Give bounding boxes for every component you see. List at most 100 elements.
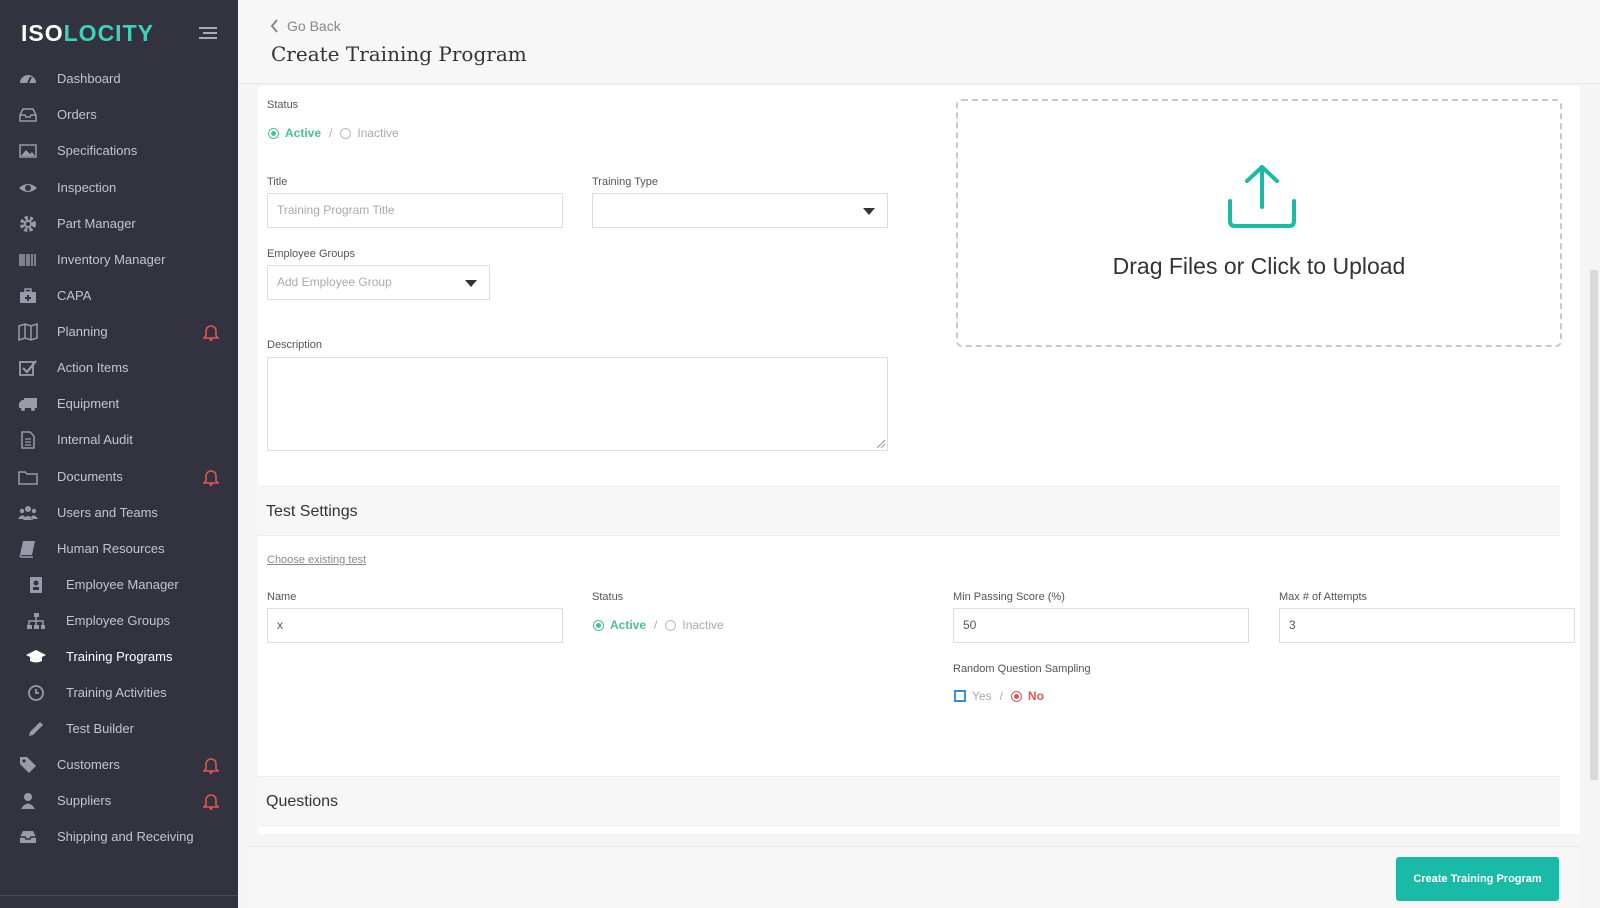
- sidebar-item-internal-audit[interactable]: Internal Audit: [0, 422, 238, 458]
- bell-alert-icon[interactable]: [203, 468, 219, 486]
- sidebar-item-training-activities[interactable]: Training Activities: [0, 675, 238, 711]
- pencil-icon: [29, 722, 43, 736]
- test-status-active-radio[interactable]: [593, 619, 604, 631]
- choose-existing-test-link[interactable]: Choose existing test: [267, 554, 366, 566]
- tag-icon: [20, 757, 36, 773]
- sidebar-item-inspection[interactable]: Inspection: [0, 170, 238, 206]
- min-score-input[interactable]: 50: [953, 608, 1249, 643]
- training-type-select[interactable]: [592, 193, 888, 228]
- test-settings-header: Test Settings: [258, 486, 1560, 536]
- folder-icon: [18, 471, 38, 485]
- bell-alert-icon[interactable]: [203, 323, 219, 341]
- questions-header: Questions: [258, 776, 1560, 826]
- status-active-radio[interactable]: [268, 127, 279, 139]
- medkit-icon: [20, 288, 36, 303]
- status-inactive-radio[interactable]: [340, 127, 352, 139]
- sidebar-item-equipment[interactable]: Equipment: [0, 386, 238, 422]
- footer-bar: Create Training Program: [248, 846, 1580, 908]
- sampling-no-label[interactable]: No: [1028, 689, 1044, 703]
- sampling-yes-label[interactable]: Yes: [972, 689, 992, 703]
- test-name-input[interactable]: x: [267, 608, 563, 643]
- max-attempts-label: Max # of Attempts: [1279, 591, 1368, 603]
- eye-icon: [19, 184, 37, 192]
- sampling-no-radio[interactable]: [1010, 690, 1022, 702]
- sidebar-item-label: Employee Manager: [66, 577, 179, 592]
- sampling-yes-checkbox[interactable]: [954, 690, 966, 702]
- sampling-label: Random Question Sampling: [953, 663, 1091, 675]
- sidebar-item-action-items[interactable]: Action Items: [0, 350, 238, 386]
- test-status-active-label[interactable]: Active: [610, 618, 646, 632]
- graduation-cap-icon: [26, 650, 46, 663]
- sidebar-item-part-manager[interactable]: Part Manager: [0, 206, 238, 242]
- sampling-separator: /: [999, 689, 1003, 703]
- sidebar-item-shipping-and-receiving[interactable]: Shipping and Receiving: [0, 819, 238, 855]
- employee-groups-select[interactable]: Add Employee Group: [267, 265, 490, 300]
- sidebar-item-employee-groups[interactable]: Employee Groups: [0, 603, 238, 639]
- bell-alert-icon[interactable]: [203, 792, 219, 810]
- status-active-label[interactable]: Active: [285, 126, 321, 140]
- max-attempts-input[interactable]: 3: [1279, 608, 1575, 643]
- sidebar: ISOLOCITY Dashboard Orders Specification…: [0, 0, 238, 908]
- sidebar-item-label: Human Resources: [57, 541, 165, 556]
- sidebar-item-label: Test Builder: [66, 721, 134, 736]
- test-status-label: Status: [592, 591, 624, 603]
- id-badge-icon: [30, 577, 42, 593]
- description-textarea[interactable]: [267, 357, 888, 451]
- sidebar-item-employee-manager[interactable]: Employee Manager: [0, 567, 238, 603]
- sidebar-item-label: Equipment: [57, 396, 120, 411]
- go-back-link[interactable]: Go Back: [270, 17, 341, 35]
- sidebar-item-customers[interactable]: Customers: [0, 747, 238, 783]
- sidebar-item-documents[interactable]: Documents: [0, 459, 238, 495]
- barcode-icon: [19, 254, 36, 266]
- sidebar-item-planning[interactable]: Planning: [0, 314, 238, 350]
- sidebar-item-label: Orders: [57, 107, 97, 122]
- sidebar-item-label: Inspection: [57, 180, 117, 195]
- sidebar-item-label: Training Programs: [66, 649, 173, 664]
- caret-down-icon: [465, 280, 477, 287]
- sidebar-item-inventory-manager[interactable]: Inventory Manager: [0, 242, 238, 278]
- sidebar-item-dashboard[interactable]: Dashboard: [0, 61, 238, 97]
- title-input[interactable]: Training Program Title: [267, 193, 563, 228]
- bell-alert-icon[interactable]: [203, 756, 219, 774]
- upload-icon: [1228, 165, 1296, 228]
- page-header: Go Back Create Training Program: [238, 0, 1600, 84]
- app-logo[interactable]: ISOLOCITY: [21, 20, 154, 47]
- sidebar-item-orders[interactable]: Orders: [0, 97, 238, 133]
- main-area: Go Back Create Training Program Status A…: [238, 0, 1600, 908]
- inbox-icon: [19, 108, 37, 122]
- upload-prompt: Drag Files or Click to Upload: [1112, 253, 1406, 279]
- menu-toggle-icon[interactable]: [199, 27, 217, 39]
- map-icon: [18, 322, 38, 342]
- sidebar-item-specifications[interactable]: Specifications: [0, 133, 238, 169]
- sidebar-item-suppliers[interactable]: Suppliers: [0, 783, 238, 819]
- checkbox-icon: [19, 360, 37, 376]
- sidebar-item-label: Inventory Manager: [57, 252, 166, 267]
- file-upload-dropzone[interactable]: Drag Files or Click to Upload: [956, 99, 1562, 347]
- sidebar-item-label: Employee Groups: [66, 613, 171, 628]
- sidebar-item-label: Dashboard: [57, 71, 121, 86]
- test-status-inactive-label[interactable]: Inactive: [682, 618, 723, 632]
- test-name-label: Name: [267, 591, 297, 603]
- sidebar-item-label: Part Manager: [57, 216, 136, 231]
- supplier-icon: [21, 793, 35, 809]
- employee-groups-placeholder: Add Employee Group: [277, 275, 392, 289]
- vertical-scrollbar[interactable]: [1590, 270, 1598, 780]
- sidebar-item-users-and-teams[interactable]: Users and Teams: [0, 495, 238, 531]
- sidebar-item-label: Planning: [57, 324, 108, 339]
- form-content: Status Active / Inactive Title Training …: [258, 86, 1580, 834]
- sampling-options: Yes / No: [954, 689, 1044, 703]
- test-settings-title: Test Settings: [266, 503, 358, 520]
- create-training-program-button[interactable]: Create Training Program: [1396, 857, 1559, 901]
- resize-handle-icon[interactable]: [877, 440, 885, 448]
- sidebar-item-test-builder[interactable]: Test Builder: [0, 711, 238, 747]
- sidebar-item-label: Documents: [57, 469, 123, 484]
- sidebar-item-human-resources[interactable]: Human Resources: [0, 531, 238, 567]
- chevron-left-icon: [270, 19, 278, 33]
- test-status-inactive-radio[interactable]: [665, 619, 677, 631]
- test-status-separator: /: [654, 618, 658, 632]
- sidebar-item-label: Shipping and Receiving: [57, 829, 194, 844]
- dashboard-icon: [20, 75, 36, 84]
- status-inactive-label[interactable]: Inactive: [357, 126, 398, 140]
- sidebar-item-training-programs[interactable]: Training Programs: [0, 639, 238, 675]
- sidebar-item-capa[interactable]: CAPA: [0, 278, 238, 314]
